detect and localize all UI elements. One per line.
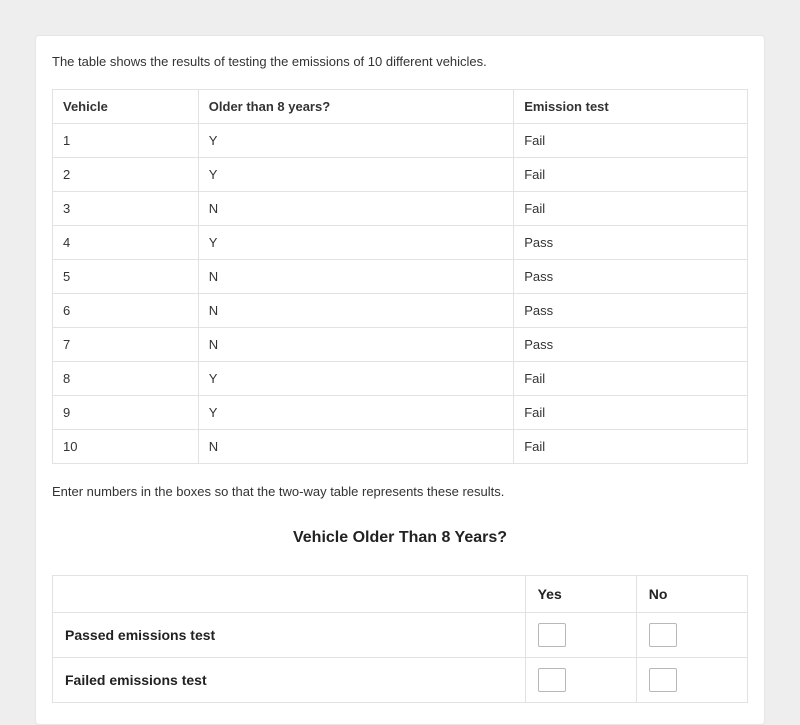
cell-vehicle: 1 (53, 124, 199, 158)
table-header-row: Vehicle Older than 8 years? Emission tes… (53, 90, 748, 124)
emissions-data-table: Vehicle Older than 8 years? Emission tes… (52, 89, 748, 464)
twoway-row-failed: Failed emissions test (53, 658, 748, 703)
cell-older: N (198, 430, 513, 464)
col-header-older: Older than 8 years? (198, 90, 513, 124)
cell-failed-yes (525, 658, 636, 703)
table-row: 3 N Fail (53, 192, 748, 226)
col-header-yes: Yes (525, 576, 636, 613)
twoway-corner-cell (53, 576, 526, 613)
question-card: The table shows the results of testing t… (35, 35, 765, 725)
table-row: 8 Y Fail (53, 362, 748, 396)
cell-vehicle: 10 (53, 430, 199, 464)
cell-older: N (198, 260, 513, 294)
cell-older: N (198, 294, 513, 328)
row-label-failed: Failed emissions test (53, 658, 526, 703)
cell-failed-no (636, 658, 747, 703)
cell-passed-yes (525, 613, 636, 658)
cell-vehicle: 5 (53, 260, 199, 294)
col-header-emission: Emission test (514, 90, 748, 124)
cell-emission: Pass (514, 260, 748, 294)
twoway-row-passed: Passed emissions test (53, 613, 748, 658)
table-row: 1 Y Fail (53, 124, 748, 158)
twoway-table: Yes No Passed emissions test Failed emis… (52, 575, 748, 703)
input-failed-yes[interactable] (538, 668, 566, 692)
cell-vehicle: 4 (53, 226, 199, 260)
cell-older: Y (198, 226, 513, 260)
instruction-text: Enter numbers in the boxes so that the t… (52, 484, 748, 499)
cell-emission: Pass (514, 226, 748, 260)
cell-emission: Fail (514, 124, 748, 158)
table-row: 7 N Pass (53, 328, 748, 362)
table-row: 2 Y Fail (53, 158, 748, 192)
cell-emission: Fail (514, 430, 748, 464)
cell-vehicle: 7 (53, 328, 199, 362)
row-label-passed: Passed emissions test (53, 613, 526, 658)
twoway-header-row: Yes No (53, 576, 748, 613)
cell-older: Y (198, 362, 513, 396)
cell-vehicle: 9 (53, 396, 199, 430)
cell-older: N (198, 328, 513, 362)
cell-emission: Fail (514, 192, 748, 226)
cell-emission: Fail (514, 362, 748, 396)
cell-older: Y (198, 396, 513, 430)
cell-emission: Pass (514, 328, 748, 362)
cell-vehicle: 2 (53, 158, 199, 192)
cell-older: Y (198, 158, 513, 192)
col-header-vehicle: Vehicle (53, 90, 199, 124)
table-row: 4 Y Pass (53, 226, 748, 260)
table-row: 6 N Pass (53, 294, 748, 328)
cell-vehicle: 8 (53, 362, 199, 396)
input-passed-no[interactable] (649, 623, 677, 647)
table-row: 5 N Pass (53, 260, 748, 294)
cell-emission: Pass (514, 294, 748, 328)
cell-passed-no (636, 613, 747, 658)
col-header-no: No (636, 576, 747, 613)
cell-vehicle: 3 (53, 192, 199, 226)
table-row: 10 N Fail (53, 430, 748, 464)
cell-older: Y (198, 124, 513, 158)
input-passed-yes[interactable] (538, 623, 566, 647)
cell-emission: Fail (514, 158, 748, 192)
cell-vehicle: 6 (53, 294, 199, 328)
input-failed-no[interactable] (649, 668, 677, 692)
twoway-title: Vehicle Older Than 8 Years? (52, 529, 748, 547)
cell-older: N (198, 192, 513, 226)
intro-text: The table shows the results of testing t… (52, 54, 748, 69)
cell-emission: Fail (514, 396, 748, 430)
table-row: 9 Y Fail (53, 396, 748, 430)
